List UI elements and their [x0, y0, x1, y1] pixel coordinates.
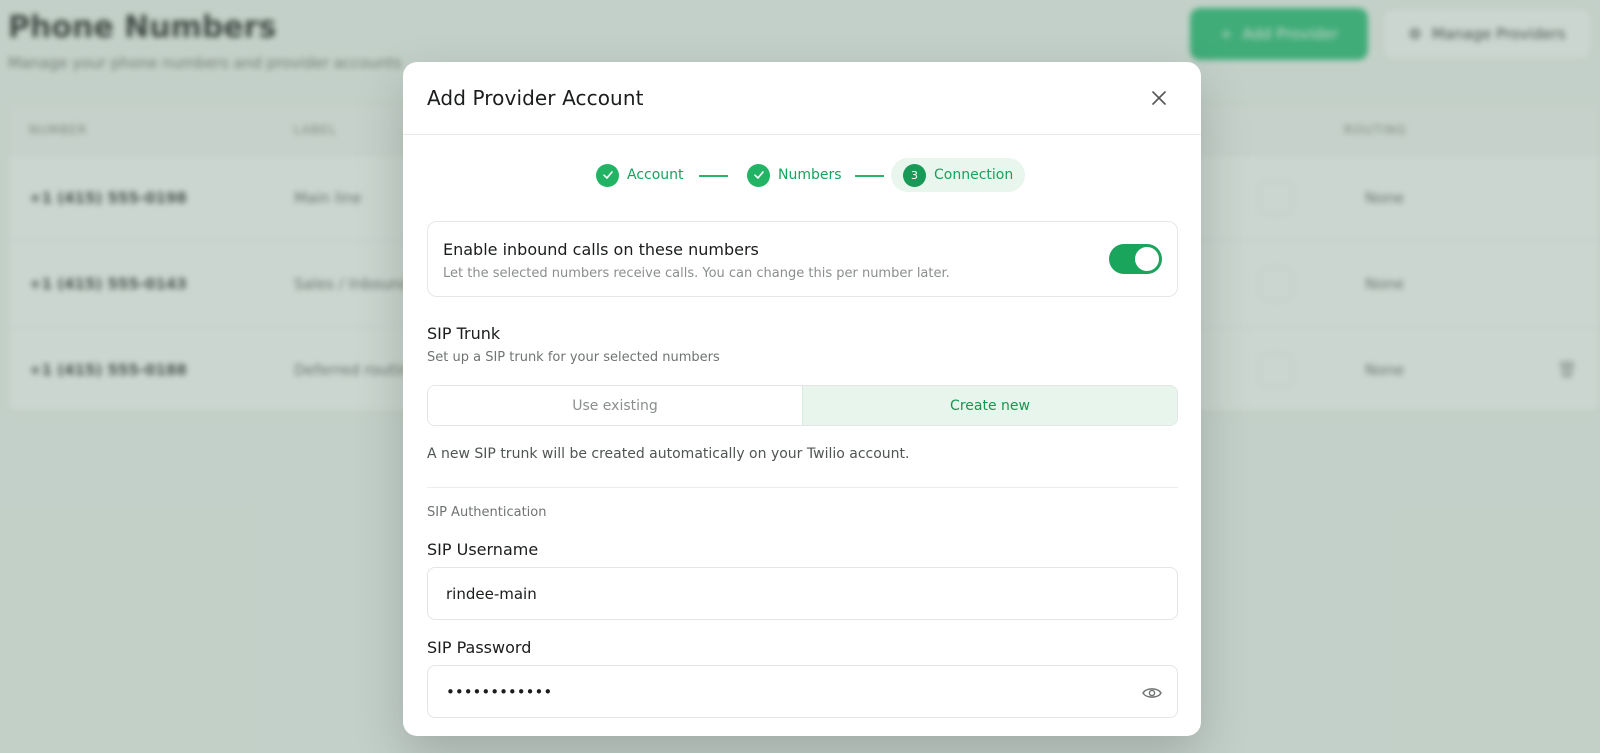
close-icon [1152, 91, 1166, 105]
step-label: Connection [934, 167, 1014, 183]
sip-password-field-wrapper [427, 665, 1178, 718]
sip-trunk-description: Set up a SIP trunk for your selected num… [427, 350, 720, 365]
inbound-calls-toggle[interactable] [1109, 244, 1162, 274]
inbound-calls-title: Enable inbound calls on these numbers [443, 240, 759, 259]
step-account[interactable]: Account [596, 158, 684, 192]
stepper: Account Numbers 3 Connection [403, 158, 1201, 192]
inbound-calls-description: Let the selected numbers receive calls. … [443, 266, 950, 281]
show-password-button[interactable] [1141, 682, 1163, 704]
sip-trunk-mode-selector: Use existing Create new [427, 385, 1178, 426]
eye-icon [1142, 688, 1162, 698]
step-numbers[interactable]: Numbers [747, 158, 842, 192]
sip-username-input[interactable] [446, 584, 1159, 603]
create-new-option[interactable]: Create new [802, 386, 1177, 425]
sip-password-label: SIP Password [427, 638, 532, 657]
sip-auth-heading: SIP Authentication [427, 505, 547, 520]
check-icon [596, 163, 619, 187]
modal-title: Add Provider Account [427, 86, 644, 110]
close-button[interactable] [1147, 86, 1171, 110]
step-connector [855, 175, 884, 177]
check-icon [747, 163, 770, 187]
use-existing-option[interactable]: Use existing [428, 386, 802, 425]
divider [427, 487, 1178, 488]
inbound-calls-card: Enable inbound calls on these numbers Le… [427, 221, 1178, 297]
modal-header: Add Provider Account [403, 62, 1201, 135]
add-provider-modal: Add Provider Account Account Numbers 3 C… [403, 62, 1201, 736]
sip-username-field-wrapper [427, 567, 1178, 620]
step-label: Numbers [778, 167, 842, 183]
sip-username-label: SIP Username [427, 540, 539, 559]
step-number: 3 [911, 168, 918, 182]
step-connector [699, 175, 728, 177]
sip-password-input[interactable] [446, 682, 1159, 701]
step-number-badge: 3 [903, 163, 926, 187]
sip-trunk-title: SIP Trunk [427, 324, 501, 343]
step-connection[interactable]: 3 Connection [891, 158, 1026, 192]
toggle-knob [1135, 247, 1159, 271]
sip-trunk-note: A new SIP trunk will be created automati… [427, 446, 910, 462]
step-label: Account [627, 167, 684, 183]
